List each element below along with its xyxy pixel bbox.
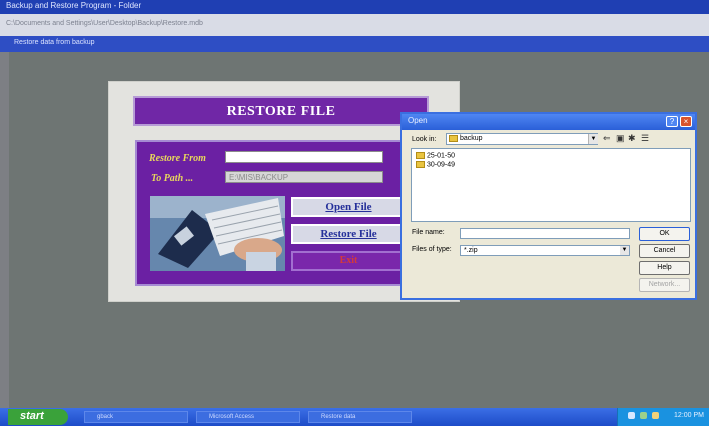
network-tray-icon[interactable] (628, 412, 635, 419)
network-button[interactable]: Network... (639, 278, 690, 292)
file-name-label: File name: (412, 229, 445, 236)
start-button[interactable]: start (8, 409, 68, 425)
restore-from-label: Restore From (149, 153, 206, 164)
file-name-field[interactable] (460, 228, 630, 239)
restore-form-header: RESTORE FILE (133, 96, 429, 126)
look-in-value: backup (460, 135, 483, 142)
help-question-icon[interactable]: ? (666, 116, 678, 127)
restore-form-title: RESTORE FILE (226, 104, 336, 119)
app-caption-text: Restore data from backup (14, 39, 95, 46)
browser-title-bar: Backup and Restore Program - Folder (0, 0, 709, 14)
app-caption-bar: Restore data from backup (0, 36, 709, 52)
look-in-select[interactable]: backup (446, 133, 598, 145)
folder-icon (416, 161, 425, 168)
cancel-button[interactable]: Cancel (639, 244, 690, 258)
taskbar-item[interactable]: Restore data (308, 411, 412, 423)
close-icon[interactable]: × (680, 116, 692, 127)
file-item-name: 30-09-49 (427, 161, 456, 169)
browser-title-text: Backup and Restore Program - Folder (6, 1, 142, 10)
folder-icon (416, 152, 425, 159)
to-path-field[interactable]: E:\MIS\BACKUP (225, 171, 383, 183)
folder-icon (449, 134, 458, 142)
open-dialog-title: Open (408, 116, 428, 125)
chevron-down-icon[interactable]: ▼ (620, 246, 629, 255)
volume-tray-icon[interactable] (640, 412, 647, 419)
chevron-down-icon[interactable]: ▼ (588, 134, 598, 144)
left-edge (0, 52, 9, 408)
desktop-screen: Backup and Restore Program - Folder C:\D… (0, 0, 709, 426)
help-button[interactable]: Help (639, 261, 690, 275)
to-path-label: To Path ... (151, 173, 194, 184)
open-dialog: Open ? × Look in: backup ▼ ⇐ ▣ ✱ ☰ 25-01… (400, 112, 697, 300)
up-folder-icon[interactable]: ▣ (616, 133, 625, 144)
new-folder-icon[interactable]: ✱ (628, 133, 636, 144)
clock-text: 12:00 PM (674, 412, 704, 419)
security-tray-icon[interactable] (652, 412, 659, 419)
list-item[interactable]: 25-01-50 (416, 152, 455, 159)
look-in-label: Look in: (412, 136, 437, 143)
keyboard-disk-image (150, 196, 285, 271)
list-item[interactable]: 30-09-49 (416, 161, 455, 168)
files-of-type-select[interactable]: *.zip (460, 245, 630, 256)
taskbar-item[interactable]: Microsoft Access (196, 411, 300, 423)
views-menu-icon[interactable]: ☰ (641, 133, 649, 144)
address-text: C:\Documents and Settings\User\Desktop\B… (6, 20, 203, 27)
taskbar-item[interactable]: gback (84, 411, 188, 423)
restore-from-field[interactable] (225, 151, 383, 163)
ok-button[interactable]: OK (639, 227, 690, 241)
start-label: start (20, 410, 44, 422)
restore-file-button[interactable]: Restore File (291, 224, 406, 244)
exit-button[interactable]: Exit (291, 251, 406, 271)
file-list[interactable]: 25-01-50 30-09-49 (411, 148, 691, 222)
keyboard-disk-illustration (150, 196, 285, 271)
open-file-button[interactable]: Open File (291, 197, 406, 217)
file-item-name: 25-01-50 (427, 152, 456, 160)
address-bar[interactable]: C:\Documents and Settings\User\Desktop\B… (0, 14, 709, 37)
open-dialog-title-bar[interactable]: Open ? × (402, 114, 695, 130)
back-arrow-icon[interactable]: ⇐ (603, 133, 611, 144)
files-of-type-label: Files of type: (412, 246, 452, 253)
